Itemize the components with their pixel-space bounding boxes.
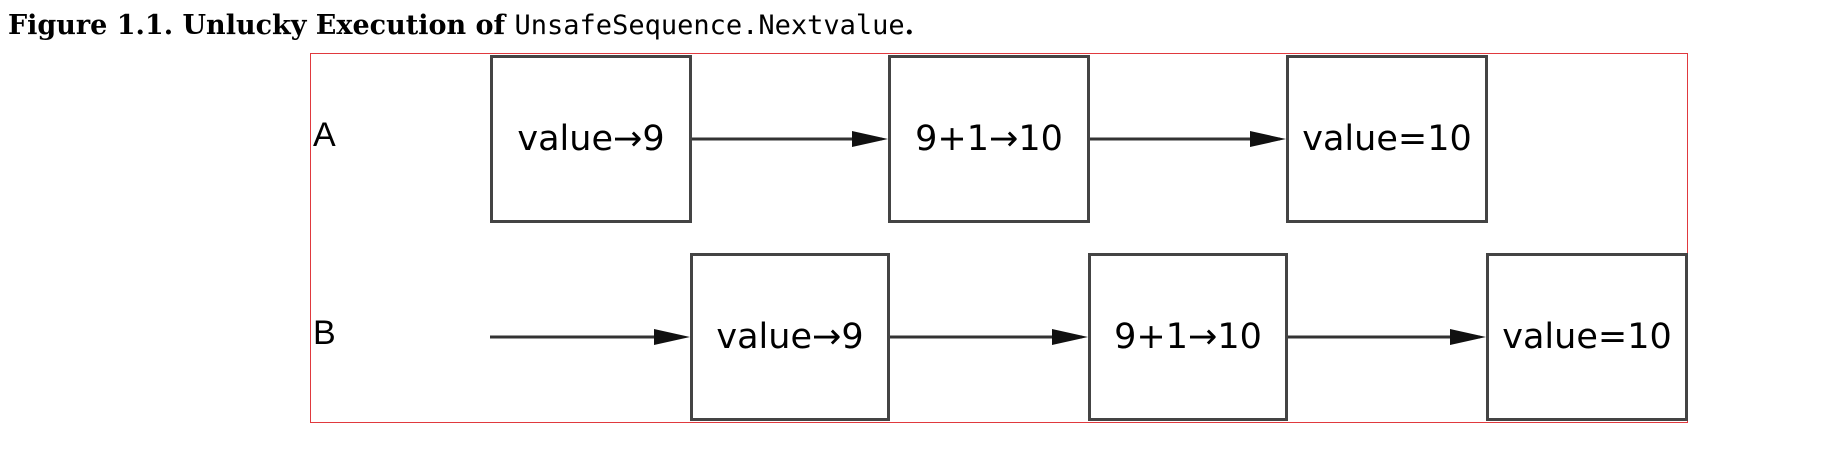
lane-a-step-read: value→9 bbox=[490, 55, 692, 223]
lane-b-label: B bbox=[313, 314, 336, 352]
lane-a-step-increment: 9+1→10 bbox=[888, 55, 1090, 223]
lane-b-step-read: value→9 bbox=[690, 253, 890, 421]
lane-b-step-increment: 9+1→10 bbox=[1088, 253, 1288, 421]
lane-b-arrow-1 bbox=[490, 329, 690, 345]
lane-b-arrow-2 bbox=[890, 329, 1088, 345]
lane-a-step-write: value=10 bbox=[1286, 55, 1488, 223]
lane-b-step-write: value=10 bbox=[1486, 253, 1688, 421]
lane-a-label: A bbox=[313, 116, 336, 154]
lane-b-arrow-3 bbox=[1288, 329, 1486, 345]
lane-a-arrow-2 bbox=[1090, 131, 1286, 147]
lane-a-arrow-1 bbox=[692, 131, 888, 147]
